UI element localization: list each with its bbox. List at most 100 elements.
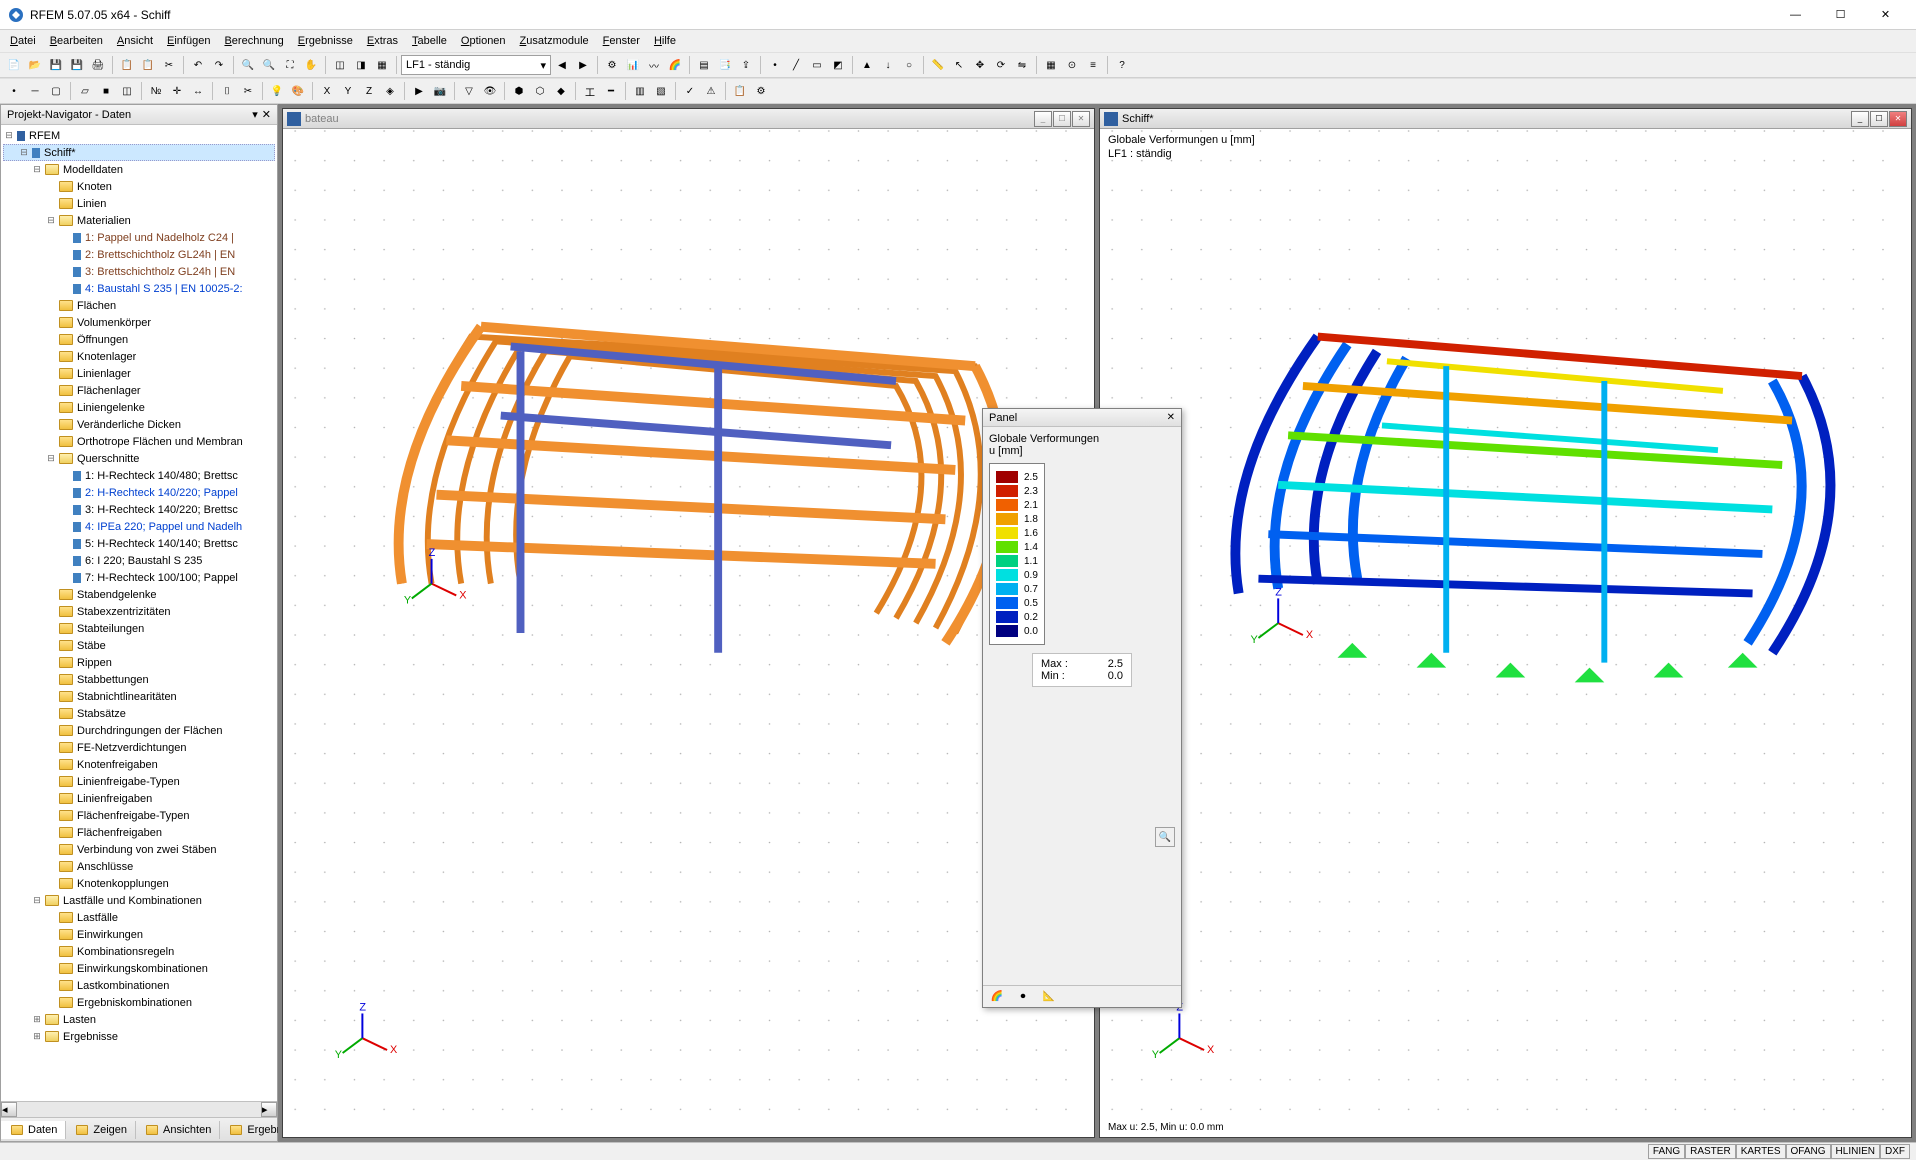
select-button[interactable]: ↖ xyxy=(949,55,969,75)
navigator-close-icon[interactable]: ✕ xyxy=(262,108,271,121)
view-z-button[interactable]: Z xyxy=(359,81,379,101)
tree-item[interactable]: Knotenkopplungen xyxy=(3,875,275,892)
display-nodes-button[interactable]: • xyxy=(4,81,24,101)
tree-item[interactable]: ⊟RFEM xyxy=(3,127,275,144)
view-x-button[interactable]: X xyxy=(317,81,337,101)
results-panel-tab2[interactable]: ⏺ xyxy=(1013,987,1033,1007)
load-button[interactable]: ↓ xyxy=(878,55,898,75)
menu-ergebnisse[interactable]: Ergebnisse xyxy=(292,33,359,49)
doc-left-titlebar[interactable]: bateau _ ☐ ✕ xyxy=(283,109,1094,129)
display-members-button[interactable]: ─ xyxy=(25,81,45,101)
window-cascade-button[interactable]: ▧ xyxy=(651,81,671,101)
menu-einfügen[interactable]: Einfügen xyxy=(161,33,216,49)
navigator-hscroll[interactable]: ◂▸ xyxy=(1,1101,277,1117)
tree-item[interactable]: 6: I 220; Baustahl S 235 xyxy=(3,552,275,569)
move-button[interactable]: ✥ xyxy=(970,55,990,75)
screenshot-button[interactable]: 📷 xyxy=(430,81,450,101)
warnings-button[interactable]: ⚠ xyxy=(701,81,721,101)
tree-item[interactable]: Volumenkörper xyxy=(3,314,275,331)
doc-left-canvas[interactable]: X Y Z X Y Z xyxy=(283,129,1094,1137)
status-raster[interactable]: RASTER xyxy=(1685,1144,1736,1159)
window-close-button[interactable]: ✕ xyxy=(1863,1,1908,29)
tree-item[interactable]: Knoten xyxy=(3,178,275,195)
hinge-button[interactable]: ○ xyxy=(899,55,919,75)
next-loadcase-button[interactable]: ▶ xyxy=(573,55,593,75)
deform-button[interactable]: 〰 xyxy=(644,55,664,75)
window-minimize-button[interactable]: — xyxy=(1773,1,1818,29)
status-fang[interactable]: FANG xyxy=(1648,1144,1685,1159)
tree-item[interactable]: ⊞Lasten xyxy=(3,1011,275,1028)
tree-item[interactable]: ⊟Lastfälle und Kombinationen xyxy=(3,892,275,909)
tree-item[interactable]: 2: H-Rechteck 140/220; Pappel xyxy=(3,484,275,501)
tree-item[interactable]: 1: H-Rechteck 140/480; Brettsc xyxy=(3,467,275,484)
menu-berechnung[interactable]: Berechnung xyxy=(218,33,289,49)
undo-button[interactable]: ↶ xyxy=(188,55,208,75)
menu-ansicht[interactable]: Ansicht xyxy=(111,33,159,49)
clipboard-button[interactable]: 📋 xyxy=(730,81,750,101)
doc-right-minimize[interactable]: _ xyxy=(1851,111,1869,127)
tree-item[interactable]: ⊟Materialien xyxy=(3,212,275,229)
cut-button[interactable]: ✂ xyxy=(159,55,179,75)
menu-hilfe[interactable]: Hilfe xyxy=(648,33,682,49)
member-section-button[interactable]: 工 xyxy=(580,81,600,101)
tree-item[interactable]: Durchdringungen der Flächen xyxy=(3,722,275,739)
tree-item[interactable]: Anschlüsse xyxy=(3,858,275,875)
settings-button[interactable]: ⚙ xyxy=(751,81,771,101)
solid-view-button[interactable]: ■ xyxy=(96,81,116,101)
copy-button[interactable]: 📋 xyxy=(117,55,137,75)
mirror-button[interactable]: ⇋ xyxy=(1012,55,1032,75)
dimensions-button[interactable]: ↔ xyxy=(188,81,208,101)
doc-left-maximize[interactable]: ☐ xyxy=(1053,111,1071,127)
print-button[interactable]: 🖨 xyxy=(88,55,108,75)
tree-item[interactable]: Kombinationsregeln xyxy=(3,943,275,960)
solid-button[interactable]: ◩ xyxy=(828,55,848,75)
module2-button[interactable]: ⬡ xyxy=(530,81,550,101)
tree-item[interactable]: Lastfälle xyxy=(3,909,275,926)
module3-button[interactable]: ◆ xyxy=(551,81,571,101)
tree-item[interactable]: Einwirkungen xyxy=(3,926,275,943)
node-button[interactable]: • xyxy=(765,55,785,75)
view-iso-button[interactable]: ◈ xyxy=(380,81,400,101)
results-panel-tab1[interactable]: 🌈 xyxy=(987,987,1007,1007)
results-panel[interactable]: Panel ✕ Globale Verformungen u [mm] 2.52… xyxy=(982,408,1182,1008)
tree-item[interactable]: Lastkombinationen xyxy=(3,977,275,994)
tree-item[interactable]: Linienlager xyxy=(3,365,275,382)
isometric-button[interactable]: ◨ xyxy=(351,55,371,75)
tree-item[interactable]: 3: H-Rechteck 140/220; Brettsc xyxy=(3,501,275,518)
tree-item[interactable]: FE-Netzverdichtungen xyxy=(3,739,275,756)
tree-item[interactable]: ⊟Querschnitte xyxy=(3,450,275,467)
tree-item[interactable]: Stabbettungen xyxy=(3,671,275,688)
tree-item[interactable]: 4: Baustahl S 235 | EN 10025-2: xyxy=(3,280,275,297)
layers-button[interactable]: ≡ xyxy=(1083,55,1103,75)
results-button[interactable]: 📊 xyxy=(623,55,643,75)
status-kartes[interactable]: KARTES xyxy=(1736,1144,1786,1159)
tree-item[interactable]: Rippen xyxy=(3,654,275,671)
tree-item[interactable]: Linienfreigabe-Typen xyxy=(3,773,275,790)
tree-item[interactable]: Linien xyxy=(3,195,275,212)
tree-item[interactable]: 3: Brettschichtholz GL24h | EN xyxy=(3,263,275,280)
navigator-tab-ansichten[interactable]: Ansichten xyxy=(136,1121,220,1139)
results-zoom-icon[interactable]: 🔍 xyxy=(1155,827,1175,847)
tree-item[interactable]: 4: IPEa 220; Pappel und Nadelh xyxy=(3,518,275,535)
navigator-tab-zeigen[interactable]: Zeigen xyxy=(66,1121,136,1139)
prev-loadcase-button[interactable]: ◀ xyxy=(552,55,572,75)
snap-button[interactable]: ⊙ xyxy=(1062,55,1082,75)
navigator-titlebar[interactable]: Projekt-Navigator - Daten ▾ ✕ xyxy=(1,105,277,125)
menu-fenster[interactable]: Fenster xyxy=(597,33,646,49)
tree-item[interactable]: Knotenlager xyxy=(3,348,275,365)
tree-item[interactable]: Stabexzentrizitäten xyxy=(3,603,275,620)
tree-item[interactable]: Stabendgelenke xyxy=(3,586,275,603)
zoom-out-button[interactable]: 🔍 xyxy=(259,55,279,75)
line-button[interactable]: ╱ xyxy=(786,55,806,75)
results-panel-close-icon[interactable]: ✕ xyxy=(1167,412,1175,423)
display-surfaces-button[interactable]: ▢ xyxy=(46,81,66,101)
paste-button[interactable]: 📋 xyxy=(138,55,158,75)
new-button[interactable]: 📄 xyxy=(4,55,24,75)
lights-button[interactable]: 💡 xyxy=(267,81,287,101)
menu-datei[interactable]: Datei xyxy=(4,33,42,49)
support-button[interactable]: ▲ xyxy=(857,55,877,75)
open-button[interactable]: 📂 xyxy=(25,55,45,75)
tree-item[interactable]: 5: H-Rechteck 140/140; Brettsc xyxy=(3,535,275,552)
pan-button[interactable]: ✋ xyxy=(301,55,321,75)
menu-zusatzmodule[interactable]: Zusatzmodule xyxy=(514,33,595,49)
